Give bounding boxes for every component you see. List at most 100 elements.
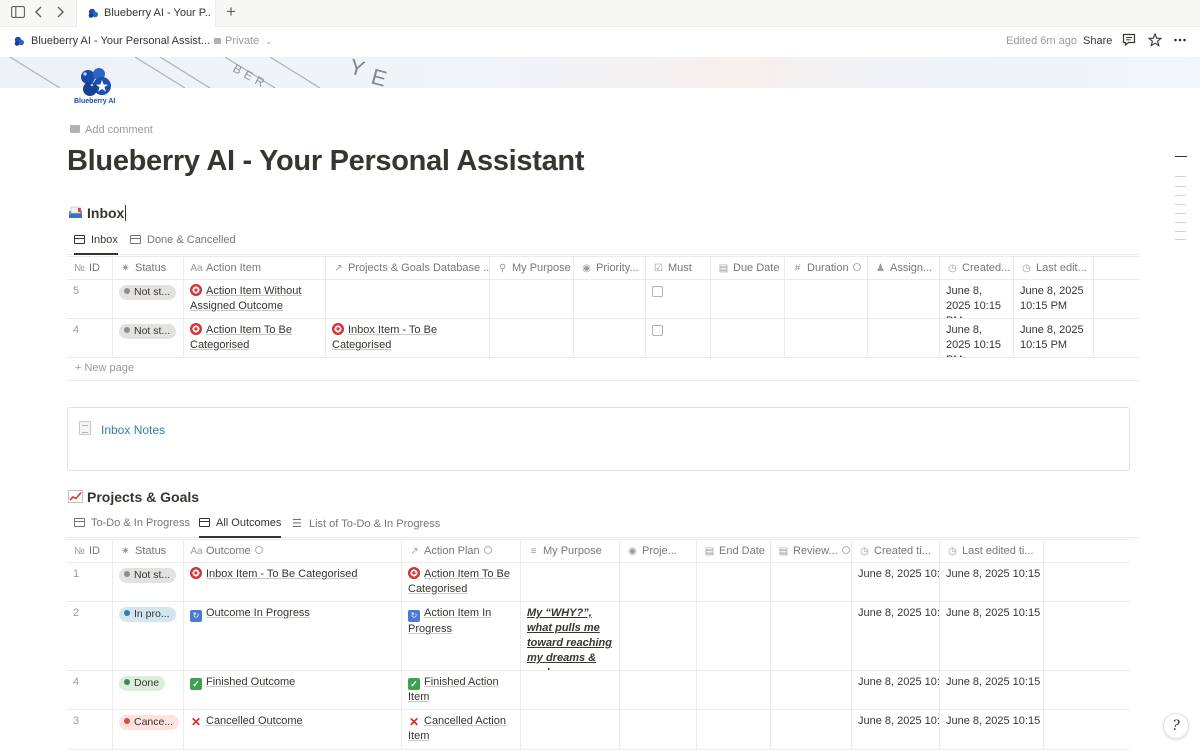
outcome-cell[interactable]: ↻ Outcome In Progress [184, 602, 402, 670]
column-header-project[interactable]: ◉ Proje... [620, 540, 697, 563]
end-date-cell[interactable] [697, 671, 771, 709]
column-header-my-purpose[interactable]: ≡ My Purpose [521, 540, 620, 563]
inbox-notes-callout[interactable]: Inbox Notes [67, 407, 1130, 471]
column-header-due-date[interactable]: ▤ Due Date [711, 257, 785, 280]
column-header-created-time[interactable]: ◷ Created ti... [852, 540, 940, 563]
column-header-id[interactable]: № ID [67, 540, 113, 563]
action-item-cell[interactable]: Action Item Without Assigned Outcome [184, 280, 326, 318]
tab-inbox[interactable]: Inbox [74, 234, 118, 255]
end-date-cell[interactable] [697, 563, 771, 601]
info-icon[interactable] [841, 546, 850, 554]
action-plan-link[interactable]: Action Item To Be Categorised [408, 568, 510, 595]
table-row[interactable]: 3 Cance... ✕ Cancelled Outcome ✕ Cancelled… [67, 710, 1130, 750]
back-icon[interactable] [30, 5, 48, 21]
duration-cell[interactable] [785, 280, 868, 318]
end-date-cell[interactable] [697, 710, 771, 749]
purpose-cell[interactable] [521, 710, 620, 749]
toc-marker[interactable] [1175, 156, 1187, 157]
column-header-last-edited-time[interactable]: ◷ Last edited ti... [940, 540, 1044, 563]
table-row[interactable]: 2 In pro... ↻ Outcome In Progress ↻ Action… [67, 602, 1130, 671]
browser-tab[interactable]: Blueberry AI - Your P... [76, 0, 216, 27]
status-cell[interactable]: Not st... [113, 319, 184, 357]
status-cell[interactable]: In pro... [113, 602, 184, 670]
help-button[interactable]: ? [1163, 713, 1189, 739]
toc-marker[interactable] [1175, 186, 1186, 187]
action-plan-cell[interactable]: ✓ Finished Action Item [402, 671, 521, 709]
column-header-status[interactable]: ✷ Status [113, 540, 184, 563]
action-item-cell[interactable]: Action Item To Be Categorised [184, 319, 326, 357]
purpose-cell[interactable] [490, 280, 574, 318]
review-cell[interactable] [771, 671, 852, 709]
project-cell[interactable] [326, 280, 490, 318]
share-button[interactable]: Share [1083, 35, 1112, 47]
toc-marker[interactable] [1175, 222, 1186, 223]
column-header-action-item[interactable]: Aa Action Item [184, 257, 326, 280]
tab-done-cancelled[interactable]: Done & Cancelled [130, 234, 236, 255]
priority-cell[interactable] [574, 319, 646, 357]
privacy-selector[interactable]: Private ⌄ [214, 35, 272, 47]
forward-icon[interactable] [51, 5, 69, 21]
project-cell[interactable] [620, 563, 697, 601]
info-icon[interactable] [852, 263, 861, 271]
action-item-link[interactable]: Action Item To Be Categorised [190, 324, 292, 351]
inbox-notes-link[interactable]: Inbox Notes [101, 423, 165, 437]
due-date-cell[interactable] [711, 319, 785, 357]
purpose-cell[interactable] [521, 671, 620, 709]
assign-cell[interactable] [868, 280, 940, 318]
priority-cell[interactable] [574, 280, 646, 318]
info-icon[interactable] [483, 546, 492, 554]
review-cell[interactable] [771, 563, 852, 601]
column-header-projects-goals[interactable]: ↗ Projects & Goals Database ... [326, 257, 490, 280]
purpose-cell[interactable] [490, 319, 574, 357]
tab-todo-in-progress[interactable]: To-Do & In Progress [74, 517, 190, 538]
column-header-my-purpose[interactable]: ⚲ My Purpose [490, 257, 574, 280]
outcome-link[interactable]: Outcome In Progress [206, 607, 310, 619]
column-header-must[interactable]: ☑ Must [646, 257, 711, 280]
status-cell[interactable]: Not st... [113, 563, 184, 601]
inbox-heading[interactable]: Inbox [68, 205, 131, 221]
review-cell[interactable] [771, 602, 852, 670]
project-cell[interactable] [620, 671, 697, 709]
status-cell[interactable]: Cance... [113, 710, 184, 749]
purpose-cell[interactable] [521, 563, 620, 601]
due-date-cell[interactable] [711, 280, 785, 318]
action-plan-link[interactable]: Finished Action Item [408, 676, 499, 703]
outcome-link[interactable]: Inbox Item - To Be Categorised [206, 568, 357, 580]
column-header-id[interactable]: № ID [67, 257, 113, 280]
status-cell[interactable]: Done [113, 671, 184, 709]
project-cell[interactable]: Inbox Item - To Be Categorised [326, 319, 490, 357]
action-plan-link[interactable]: Action Item In Progress [408, 607, 491, 635]
toc-marker[interactable] [1175, 239, 1186, 240]
projects-goals-heading[interactable]: Projects & Goals [68, 489, 199, 505]
must-checkbox[interactable] [652, 286, 663, 297]
breadcrumb[interactable]: Blueberry AI - Your Personal Assist... [31, 35, 210, 47]
comment-icon[interactable] [1121, 33, 1137, 49]
outcome-cell[interactable]: ✓ Finished Outcome [184, 671, 402, 709]
end-date-cell[interactable] [697, 602, 771, 670]
add-comment-button[interactable]: Add comment [70, 124, 153, 136]
column-header-priority[interactable]: ◉ Priority... [574, 257, 646, 280]
outcome-cell[interactable]: ✕ Cancelled Outcome [184, 710, 402, 749]
table-row[interactable]: 1 Not st... Inbox Item - To Be Categoris… [67, 563, 1130, 602]
column-header-assign[interactable]: ♟ Assign... [868, 257, 940, 280]
more-options-icon[interactable] [1172, 33, 1188, 49]
action-plan-cell[interactable]: ↻ Action Item In Progress [402, 602, 521, 670]
plus-icon[interactable]: + [222, 3, 240, 20]
purpose-cell[interactable]: My “WHY?”, what pulls me toward reaching… [521, 602, 620, 670]
review-cell[interactable] [771, 710, 852, 749]
tab-all-outcomes[interactable]: All Outcomes [199, 517, 282, 538]
column-header-review[interactable]: ▤ Review... [771, 540, 852, 563]
column-header-duration[interactable]: # Duration [785, 257, 868, 280]
outcome-link[interactable]: Finished Outcome [206, 676, 295, 688]
info-icon[interactable] [254, 546, 263, 554]
assign-cell[interactable] [868, 319, 940, 357]
outcome-cell[interactable]: Inbox Item - To Be Categorised [184, 563, 402, 601]
column-header-created[interactable]: ◷ Created... [940, 257, 1014, 280]
action-plan-link[interactable]: Cancelled Action Item [408, 715, 506, 742]
action-plan-cell[interactable]: Action Item To Be Categorised [402, 563, 521, 601]
outcome-link[interactable]: Cancelled Outcome [206, 715, 303, 727]
action-item-link[interactable]: Action Item Without Assigned Outcome [190, 285, 301, 312]
column-header-status[interactable]: ✷ Status [113, 257, 184, 280]
tab-list-todo-in-progress[interactable]: ☰ List of To-Do & In Progress [292, 517, 440, 538]
project-cell[interactable] [620, 710, 697, 749]
